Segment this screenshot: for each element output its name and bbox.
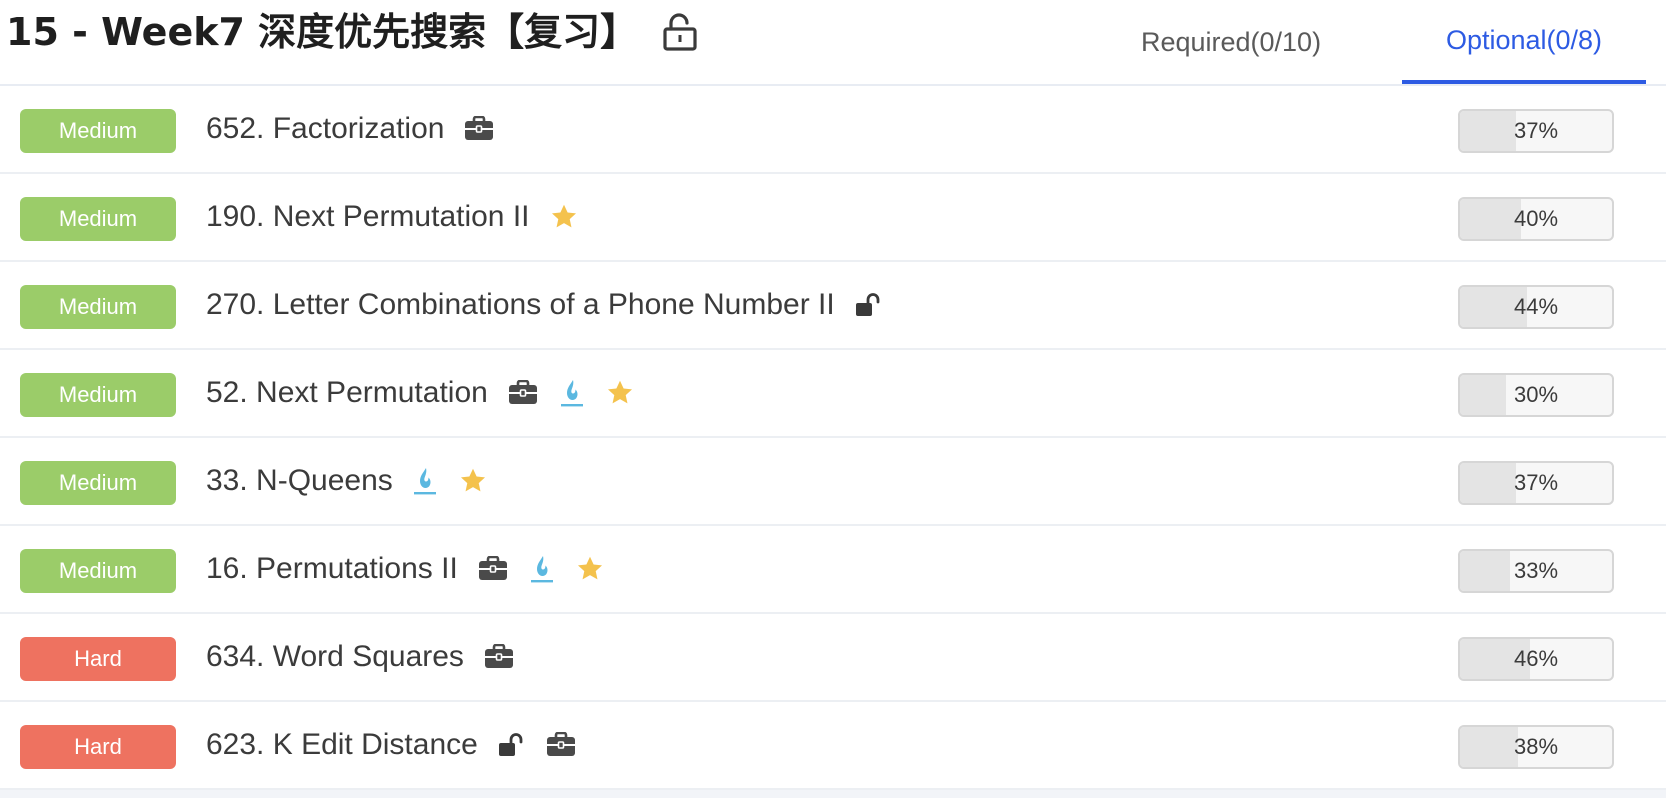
problem-row[interactable]: Medium 52. Next Permutation 30% [0,350,1666,438]
problem-list: Medium 652. Factorization 37% Medium 190. Ne… [0,86,1666,790]
problem-title-link[interactable]: 270. Letter Combinations of a Phone Numb… [206,288,835,322]
pass-rate-bar: 37% [1458,109,1614,153]
difficulty-badge: Medium [20,461,176,505]
pass-rate-label: 40% [1513,206,1559,231]
difficulty-badge: Medium [20,549,176,593]
flame-icon [560,378,584,408]
problem-row[interactable]: Hard 634. Word Squares 46% [0,614,1666,702]
problem-title-area: 33. N-Queens [206,456,487,506]
star-icon [576,555,604,583]
pass-rate-label: 38% [1513,734,1559,759]
pass-rate-label: 37% [1513,118,1559,143]
difficulty-badge: Medium [20,197,176,241]
difficulty-badge: Hard [20,725,176,769]
flame-icon [413,466,437,496]
difficulty-badge: Hard [20,637,176,681]
problem-title-area: 270. Letter Combinations of a Phone Numb… [206,280,881,330]
difficulty-badge: Medium [20,373,176,417]
pass-rate-bar: 40% [1458,197,1614,241]
problem-row[interactable]: Medium 270. Letter Combinations of a Phon… [0,262,1666,350]
pass-rate-label: 37% [1513,470,1559,495]
pass-rate-label: 33% [1513,558,1559,583]
pass-rate-label: 46% [1513,646,1559,671]
star-icon [606,379,634,407]
problem-title-area: 52. Next Permutation [206,368,634,418]
pass-rate-bar: 37% [1458,461,1614,505]
pass-rate-bar: 33% [1458,549,1614,593]
footer-divider [0,790,1666,798]
tab-optional[interactable]: Optional(0/8) [1402,0,1646,84]
tab-bar: Required(0/10) Optional(0/8) [1116,0,1646,84]
pass-rate-bar: 38% [1458,725,1614,769]
problem-row[interactable]: Hard 623. K Edit Distance 38% [0,702,1666,790]
course-page: 15 - Week7 深度优先搜索【复习】 Required(0/10) Opt… [0,0,1666,798]
star-icon [550,203,578,231]
star-icon [459,467,487,495]
problem-title-area: 634. Word Squares [206,632,514,682]
pass-rate-bar: 46% [1458,637,1614,681]
briefcase-icon [508,380,538,406]
problem-title-link[interactable]: 16. Permutations II [206,552,458,586]
problem-title-area: 652. Factorization [206,104,494,154]
problem-title-link[interactable]: 623. K Edit Distance [206,728,478,762]
problem-title-link[interactable]: 33. N-Queens [206,464,393,498]
problem-title-link[interactable]: 52. Next Permutation [206,376,488,410]
briefcase-icon [464,116,494,142]
problem-title-area: 190. Next Permutation II [206,192,578,242]
problem-title-link[interactable]: 634. Word Squares [206,640,464,674]
problem-title-area: 16. Permutations II [206,544,604,594]
flame-icon [530,554,554,584]
pass-rate-label: 30% [1513,382,1559,407]
problem-row[interactable]: Medium 33. N-Queens 37% [0,438,1666,526]
title-area: 15 - Week7 深度优先搜索【复习】 [6,2,698,54]
tab-required[interactable]: Required(0/10) [1116,0,1346,84]
briefcase-icon [484,644,514,670]
problem-row[interactable]: Medium 16. Permutations II 33% [0,526,1666,614]
lock-open-icon [662,12,698,52]
difficulty-badge: Medium [20,109,176,153]
pass-rate-bar: 44% [1458,285,1614,329]
pass-rate-label: 44% [1513,294,1559,319]
problem-title-area: 623. K Edit Distance [206,720,576,770]
problem-row[interactable]: Medium 190. Next Permutation II 40% [0,174,1666,262]
pass-rate-bar: 30% [1458,373,1614,417]
problem-title-link[interactable]: 190. Next Permutation II [206,200,530,234]
problem-title-link[interactable]: 652. Factorization [206,112,444,146]
difficulty-badge: Medium [20,285,176,329]
lock-open-icon [855,293,881,317]
briefcase-icon [546,732,576,758]
problem-row[interactable]: Medium 652. Factorization 37% [0,86,1666,174]
briefcase-icon [478,556,508,582]
lock-open-icon [498,733,524,757]
page-title: 15 - Week7 深度优先搜索【复习】 [6,9,639,54]
section-header: 15 - Week7 深度优先搜索【复习】 Required(0/10) Opt… [0,0,1666,86]
